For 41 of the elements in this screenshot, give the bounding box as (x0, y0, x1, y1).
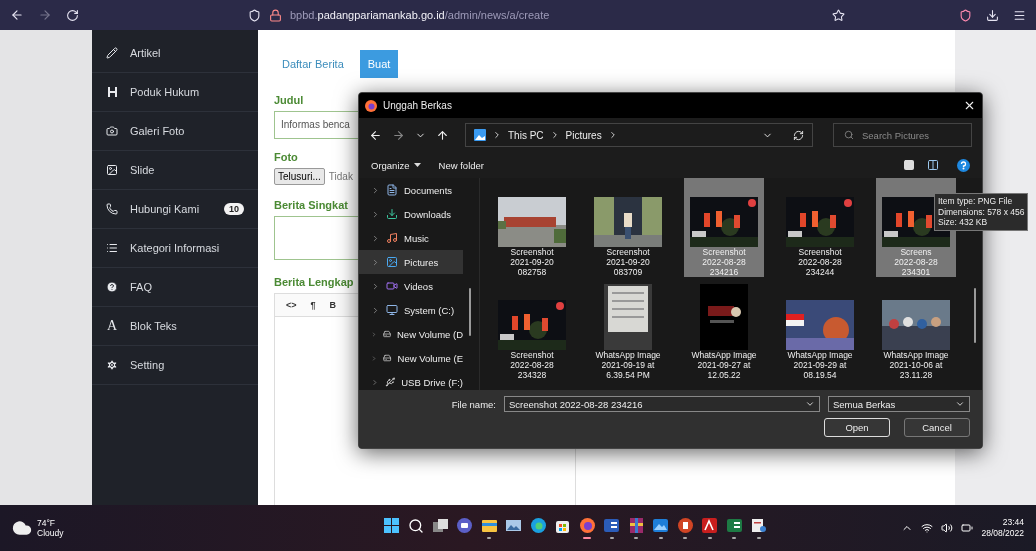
file-name: Screenshot (798, 247, 842, 257)
field-label: Berita Singkat (274, 199, 348, 211)
file-name: WhatsApp Image (883, 350, 949, 360)
file-name: Screenshot (702, 247, 746, 257)
dialog-title: Unggah Berkas (383, 100, 452, 111)
file-name: 083709 (613, 267, 643, 277)
file-name: 2021-10-06 at (889, 360, 943, 370)
file-name: 2021-09-20 (606, 257, 650, 267)
file-name: Screens (900, 247, 932, 257)
file-name: WhatsApp Image (787, 350, 853, 360)
file-name: 12.05.22 (707, 370, 741, 380)
file-name: 082758 (517, 267, 547, 277)
weather-text: Cloudy (37, 528, 64, 538)
file-name: 234328 (517, 370, 547, 380)
file-name: 2021-09-19 at (601, 360, 655, 370)
file-name: 234301 (901, 267, 931, 277)
file-name: 2022-08-28 (702, 257, 746, 267)
file-name: 6.39.54 PM (606, 370, 650, 380)
field-label: Berita Lengkap (274, 276, 354, 288)
file-name: Screenshot (510, 350, 554, 360)
field-label: Foto (274, 151, 298, 163)
file-status: Tidak (328, 171, 353, 182)
file-name: Screenshot (606, 247, 650, 257)
letter-icon: A (106, 318, 118, 334)
file-name: 2021-09-27 at (697, 360, 751, 370)
file-name: 23.11.28 (899, 370, 933, 380)
count-badge: 10 (224, 203, 244, 215)
file-name: Screenshot (510, 247, 554, 257)
file-name: 234216 (709, 267, 739, 277)
file-name: 2022-08-28 (894, 257, 938, 267)
file-name-label: File name: (451, 398, 496, 410)
file-name: WhatsApp Image (595, 350, 661, 360)
file-name: 2022-08-28 (798, 257, 842, 267)
file-name: 2021-09-20 (510, 257, 554, 267)
file-name: WhatsApp Image (691, 350, 757, 360)
file-name: 2021-09-29 at (793, 360, 847, 370)
file-name: 08.19.54 (803, 370, 837, 380)
file-name: 234244 (805, 267, 835, 277)
temperature: 74°F (37, 518, 57, 528)
field-label: Judul (274, 94, 304, 106)
file-name: 2022-08-28 (510, 360, 554, 370)
